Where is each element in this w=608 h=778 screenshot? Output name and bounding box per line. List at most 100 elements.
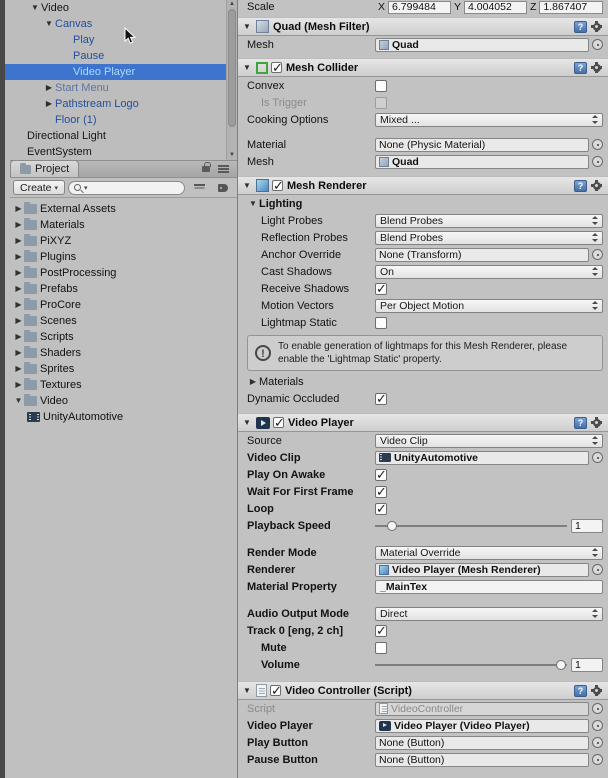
- scale-y-field[interactable]: 4.004052: [464, 1, 527, 14]
- scale-x-field[interactable]: 6.799484: [388, 1, 451, 14]
- project-folder-plugins[interactable]: ▶ Plugins: [10, 249, 237, 265]
- foldout-closed-icon[interactable]: ▶: [13, 205, 24, 213]
- foldout-closed-icon[interactable]: ▶: [43, 84, 55, 92]
- foldout-open-icon[interactable]: ▼: [43, 20, 55, 28]
- help-icon[interactable]: [574, 685, 587, 697]
- foldout-open-icon[interactable]: ▼: [241, 23, 253, 31]
- mute-checkbox[interactable]: [375, 642, 387, 654]
- foldout-closed-icon[interactable]: ▶: [247, 378, 259, 386]
- mesh-collider-mesh-field[interactable]: Quad: [375, 155, 589, 169]
- foldout-open-icon[interactable]: ▼: [247, 200, 259, 208]
- foldout-closed-icon[interactable]: ▶: [13, 269, 24, 277]
- foldout-closed-icon[interactable]: ▶: [13, 333, 24, 341]
- materials-foldout[interactable]: ▶ Materials: [238, 373, 608, 390]
- scroll-up-icon[interactable]: ▲: [227, 1, 237, 7]
- foldout-closed-icon[interactable]: ▶: [13, 237, 24, 245]
- playback-speed-slider[interactable]: [375, 519, 567, 533]
- scroll-down-icon[interactable]: ▼: [227, 152, 237, 158]
- foldout-closed-icon[interactable]: ▶: [13, 221, 24, 229]
- video-player-enabled-checkbox[interactable]: [273, 417, 284, 428]
- project-folder-prefabs[interactable]: ▶ Prefabs: [10, 281, 237, 297]
- slider-knob[interactable]: [556, 660, 566, 670]
- gear-icon[interactable]: [590, 416, 603, 429]
- foldout-open-icon[interactable]: ▼: [241, 64, 253, 72]
- component-header-mesh-filter[interactable]: ▼ Quad (Mesh Filter): [238, 17, 608, 36]
- script-field[interactable]: VideoController: [375, 702, 589, 716]
- foldout-open-icon[interactable]: ▼: [13, 397, 24, 405]
- filter-by-type-icon[interactable]: [194, 184, 205, 186]
- gear-icon[interactable]: [590, 61, 603, 74]
- object-picker-icon[interactable]: [592, 720, 603, 731]
- object-picker-icon[interactable]: [592, 452, 603, 463]
- gear-icon[interactable]: [590, 179, 603, 192]
- anchor-override-field[interactable]: None (Transform): [375, 248, 589, 262]
- project-folder-shaders[interactable]: ▶ Shaders: [10, 345, 237, 361]
- audio-output-mode-dropdown[interactable]: Direct: [375, 607, 603, 621]
- object-picker-icon[interactable]: [592, 139, 603, 150]
- component-header-mesh-renderer[interactable]: ▼ Mesh Renderer: [238, 176, 608, 195]
- light-probes-dropdown[interactable]: Blend Probes: [375, 214, 603, 228]
- hierarchy-item-play[interactable]: Play: [5, 32, 226, 48]
- search-input[interactable]: ▾: [68, 181, 185, 195]
- mesh-renderer-enabled-checkbox[interactable]: [272, 180, 283, 191]
- lock-icon[interactable]: [202, 166, 210, 172]
- project-folder-sprites[interactable]: ▶ Sprites: [10, 361, 237, 377]
- hierarchy-item-pathstream-logo[interactable]: ▶ Pathstream Logo: [5, 96, 226, 112]
- play-button-field[interactable]: None (Button): [375, 736, 589, 750]
- slider-knob[interactable]: [387, 521, 397, 531]
- project-folder-scenes[interactable]: ▶ Scenes: [10, 313, 237, 329]
- render-mode-dropdown[interactable]: Material Override: [375, 546, 603, 560]
- object-picker-icon[interactable]: [592, 249, 603, 260]
- hierarchy-item-start-menu[interactable]: ▶ Start Menu: [5, 80, 226, 96]
- project-folder-video[interactable]: ▼ Video: [10, 393, 237, 409]
- project-folder-postprocessing[interactable]: ▶ PostProcessing: [10, 265, 237, 281]
- help-icon[interactable]: [574, 180, 587, 192]
- dynamic-occluded-checkbox[interactable]: [375, 393, 387, 405]
- scale-z-field[interactable]: 1.867407: [539, 1, 603, 14]
- receive-shadows-checkbox[interactable]: [375, 283, 387, 295]
- project-asset-unityautomotive[interactable]: UnityAutomotive: [10, 409, 237, 425]
- foldout-open-icon[interactable]: ▼: [241, 419, 253, 427]
- lightmap-static-checkbox[interactable]: [375, 317, 387, 329]
- material-property-field[interactable]: _MainTex: [375, 580, 603, 594]
- volume-value[interactable]: 1: [571, 658, 603, 672]
- motion-vectors-dropdown[interactable]: Per Object Motion: [375, 299, 603, 313]
- gear-icon[interactable]: [590, 684, 603, 697]
- lighting-foldout[interactable]: ▼ Lighting: [238, 195, 608, 212]
- project-folder-textures[interactable]: ▶ Textures: [10, 377, 237, 393]
- track0-checkbox[interactable]: [375, 625, 387, 637]
- panel-menu-icon[interactable]: [218, 165, 229, 167]
- project-folder-materials[interactable]: ▶ Materials: [10, 217, 237, 233]
- object-picker-icon[interactable]: [592, 564, 603, 575]
- volume-slider[interactable]: [375, 658, 567, 672]
- foldout-closed-icon[interactable]: ▶: [43, 100, 55, 108]
- project-folder-pixyz[interactable]: ▶ PiXYZ: [10, 233, 237, 249]
- convex-checkbox[interactable]: [375, 80, 387, 92]
- hierarchy-scrollbar[interactable]: ▲ ▼: [226, 0, 237, 160]
- foldout-closed-icon[interactable]: ▶: [13, 365, 24, 373]
- physic-material-field[interactable]: None (Physic Material): [375, 138, 589, 152]
- hierarchy-item-eventsystem[interactable]: EventSystem: [5, 144, 226, 160]
- cooking-options-dropdown[interactable]: Mixed ...: [375, 113, 603, 127]
- playback-speed-value[interactable]: 1: [571, 519, 603, 533]
- renderer-field[interactable]: Video Player (Mesh Renderer): [375, 563, 589, 577]
- mesh-filter-mesh-field[interactable]: Quad: [375, 38, 589, 52]
- project-folder-scripts[interactable]: ▶ Scripts: [10, 329, 237, 345]
- help-icon[interactable]: [574, 417, 587, 429]
- mesh-collider-enabled-checkbox[interactable]: [271, 62, 282, 73]
- object-picker-icon[interactable]: [592, 703, 603, 714]
- video-player-ref-field[interactable]: Video Player (Video Player): [375, 719, 589, 733]
- foldout-closed-icon[interactable]: ▶: [13, 349, 24, 357]
- hierarchy-item-video[interactable]: ▼ Video: [5, 0, 226, 16]
- object-picker-icon[interactable]: [592, 156, 603, 167]
- foldout-closed-icon[interactable]: ▶: [13, 253, 24, 261]
- help-icon[interactable]: [574, 62, 587, 74]
- video-clip-field[interactable]: UnityAutomotive: [375, 451, 589, 465]
- object-picker-icon[interactable]: [592, 754, 603, 765]
- hierarchy-item-canvas[interactable]: ▼ Canvas: [5, 16, 226, 32]
- foldout-closed-icon[interactable]: ▶: [13, 285, 24, 293]
- search-filter-chevron-icon[interactable]: ▾: [84, 184, 88, 192]
- hierarchy-item-video-player[interactable]: Video Player: [5, 64, 226, 80]
- hierarchy-item-pause[interactable]: Pause: [5, 48, 226, 64]
- play-on-awake-checkbox[interactable]: [375, 469, 387, 481]
